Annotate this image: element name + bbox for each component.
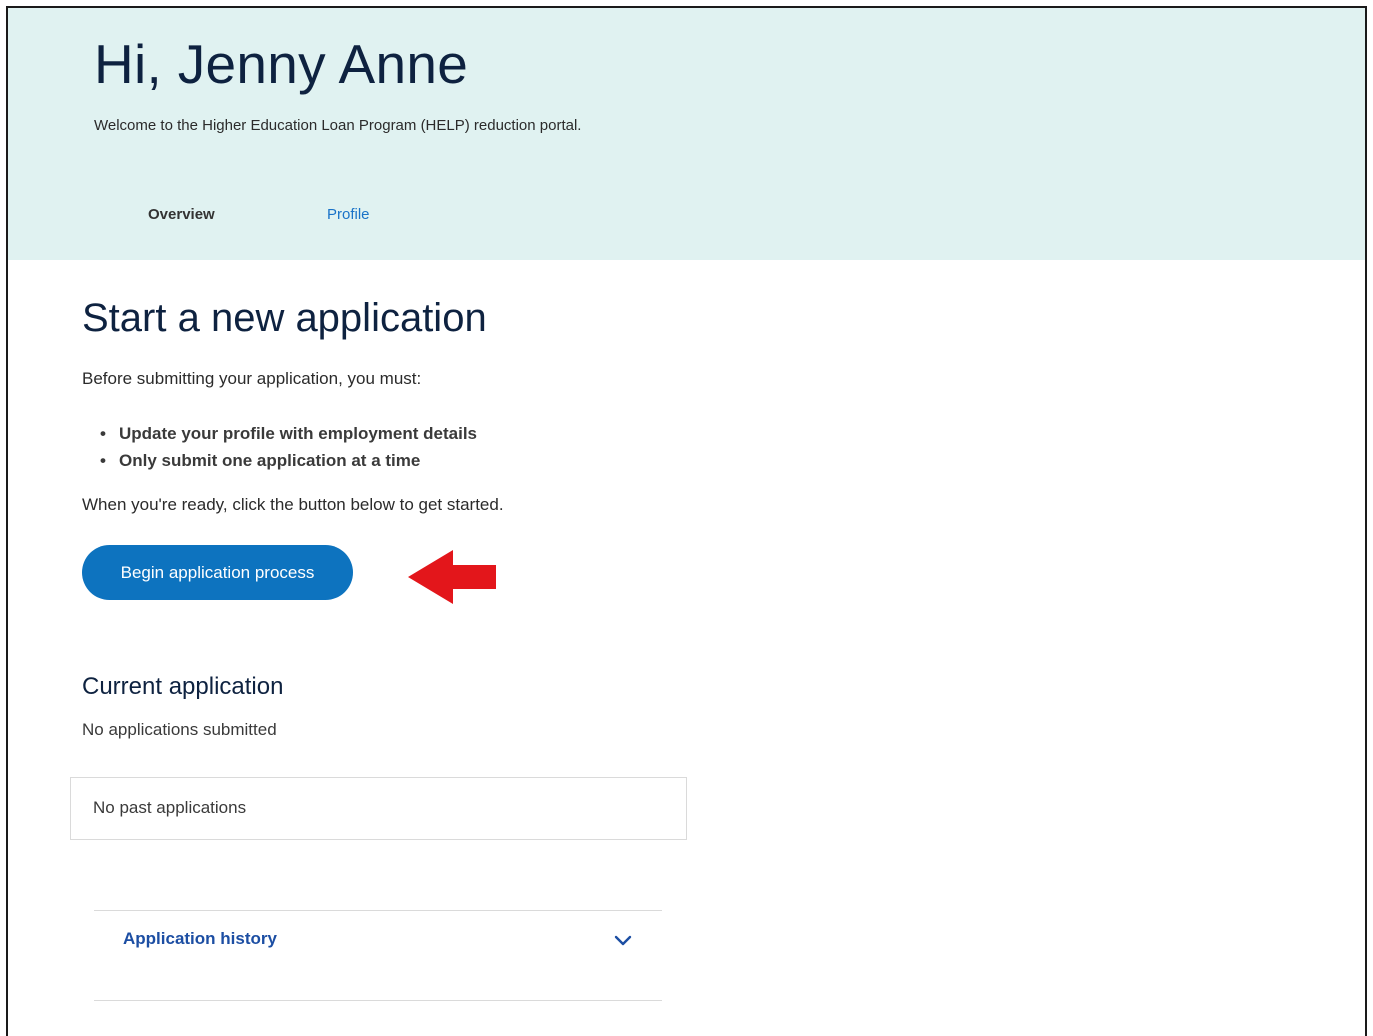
tab-overview[interactable]: Overview	[148, 206, 215, 223]
annotation-arrow-icon	[408, 550, 496, 604]
tab-profile[interactable]: Profile	[327, 206, 370, 223]
requirement-item: • Only submit one application at a time	[100, 450, 477, 477]
past-applications-status: No past applications	[93, 798, 247, 817]
application-history-accordion[interactable]: Application history	[94, 910, 662, 1001]
requirements-intro: Before submitting your application, you …	[82, 369, 422, 388]
current-application-status: No applications submitted	[82, 720, 277, 739]
requirements-list: • Update your profile with employment det…	[100, 423, 477, 477]
begin-application-button[interactable]: Begin application process	[82, 545, 353, 600]
arrow-shape	[408, 550, 496, 604]
bullet-icon: •	[100, 424, 106, 443]
welcome-message: Welcome to the Higher Education Loan Pro…	[94, 117, 582, 134]
ready-instructions: When you're ready, click the button belo…	[82, 495, 504, 514]
requirement-text: Only submit one application at a time	[119, 451, 421, 470]
start-application-heading: Start a new application	[82, 296, 487, 340]
requirement-text: Update your profile with employment deta…	[119, 424, 477, 443]
page-header: Hi, Jenny Anne Welcome to the Higher Edu…	[8, 8, 1365, 260]
requirement-item: • Update your profile with employment det…	[100, 423, 477, 450]
chevron-down-icon[interactable]	[613, 934, 633, 948]
application-history-label: Application history	[123, 929, 277, 948]
greeting-heading: Hi, Jenny Anne	[94, 33, 469, 95]
page-frame: Hi, Jenny Anne Welcome to the Higher Edu…	[6, 6, 1367, 1036]
bullet-icon: •	[100, 451, 106, 470]
past-applications-box: No past applications	[70, 777, 687, 840]
current-application-heading: Current application	[82, 673, 284, 700]
